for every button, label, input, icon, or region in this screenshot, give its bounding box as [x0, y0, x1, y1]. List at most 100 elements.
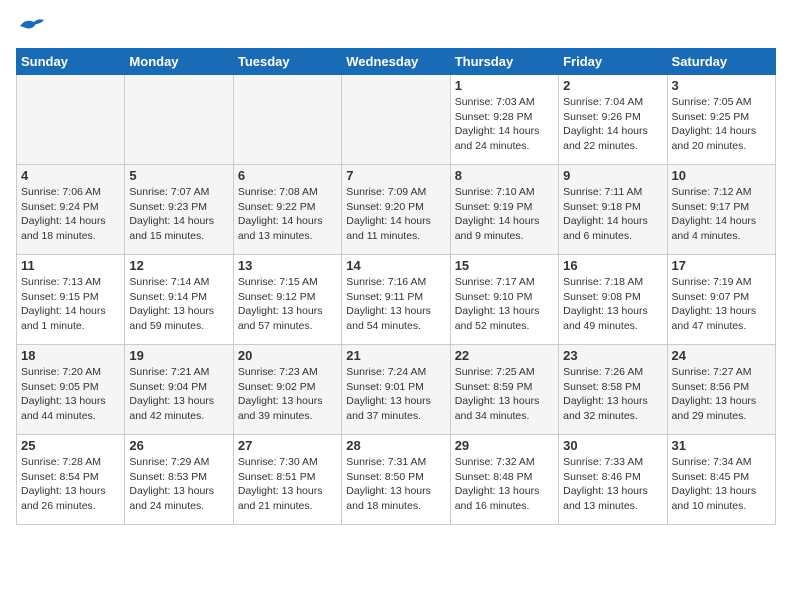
- day-info: Sunrise: 7:26 AM Sunset: 8:58 PM Dayligh…: [563, 365, 662, 424]
- calendar-day-cell: 10 Sunrise: 7:12 AM Sunset: 9:17 PM Dayli…: [667, 165, 775, 255]
- calendar-day-cell: 5 Sunrise: 7:07 AM Sunset: 9:23 PM Daylig…: [125, 165, 233, 255]
- calendar-week-row: 11Sunrise: 7:13 AM Sunset: 9:15 PM Dayli…: [17, 255, 776, 345]
- calendar-day-cell: 24Sunrise: 7:27 AM Sunset: 8:56 PM Dayli…: [667, 345, 775, 435]
- calendar-day-cell: 3 Sunrise: 7:05 AM Sunset: 9:25 PM Daylig…: [667, 75, 775, 165]
- day-info: Sunrise: 7:25 AM Sunset: 8:59 PM Dayligh…: [455, 365, 554, 424]
- day-info: Sunrise: 7:30 AM Sunset: 8:51 PM Dayligh…: [238, 455, 337, 514]
- calendar-day-cell: 2Sunrise: 7:04 AM Sunset: 9:26 PM Daylig…: [559, 75, 667, 165]
- calendar-day-cell: 9 Sunrise: 7:11 AM Sunset: 9:18 PM Daylig…: [559, 165, 667, 255]
- day-number: 30: [563, 438, 662, 453]
- day-info: Sunrise: 7:18 AM Sunset: 9:08 PM Dayligh…: [563, 275, 662, 334]
- day-info: Sunrise: 7:19 AM Sunset: 9:07 PM Dayligh…: [672, 275, 771, 334]
- day-number: 31: [672, 438, 771, 453]
- calendar-week-row: 1 Sunrise: 7:03 AM Sunset: 9:28 PM Daylig…: [17, 75, 776, 165]
- day-info: Sunrise: 7:03 AM Sunset: 9:28 PM Dayligh…: [455, 95, 554, 154]
- header-monday: Monday: [125, 49, 233, 75]
- day-number: 18: [21, 348, 120, 363]
- day-info: Sunrise: 7:16 AM Sunset: 9:11 PM Dayligh…: [346, 275, 445, 334]
- calendar-day-cell: 17 Sunrise: 7:19 AM Sunset: 9:07 PM Dayli…: [667, 255, 775, 345]
- header-sunday: Sunday: [17, 49, 125, 75]
- calendar-day-cell: 12Sunrise: 7:14 AM Sunset: 9:14 PM Dayli…: [125, 255, 233, 345]
- day-number: 1: [455, 78, 554, 93]
- calendar-day-cell: [342, 75, 450, 165]
- calendar-table: SundayMondayTuesdayWednesdayThursdayFrid…: [16, 48, 776, 525]
- calendar-day-cell: 28Sunrise: 7:31 AM Sunset: 8:50 PM Dayli…: [342, 435, 450, 525]
- calendar-day-cell: 16 Sunrise: 7:18 AM Sunset: 9:08 PM Dayli…: [559, 255, 667, 345]
- day-info: Sunrise: 7:34 AM Sunset: 8:45 PM Dayligh…: [672, 455, 771, 514]
- day-info: Sunrise: 7:13 AM Sunset: 9:15 PM Dayligh…: [21, 275, 120, 334]
- calendar-day-cell: 11Sunrise: 7:13 AM Sunset: 9:15 PM Dayli…: [17, 255, 125, 345]
- calendar-day-cell: 21 Sunrise: 7:24 AM Sunset: 9:01 PM Dayli…: [342, 345, 450, 435]
- header-wednesday: Wednesday: [342, 49, 450, 75]
- calendar-day-cell: 18 Sunrise: 7:20 AM Sunset: 9:05 PM Dayli…: [17, 345, 125, 435]
- calendar-day-cell: 25Sunrise: 7:28 AM Sunset: 8:54 PM Dayli…: [17, 435, 125, 525]
- calendar-day-cell: [125, 75, 233, 165]
- day-info: Sunrise: 7:20 AM Sunset: 9:05 PM Dayligh…: [21, 365, 120, 424]
- day-info: Sunrise: 7:08 AM Sunset: 9:22 PM Dayligh…: [238, 185, 337, 244]
- calendar-day-cell: 15 Sunrise: 7:17 AM Sunset: 9:10 PM Dayli…: [450, 255, 558, 345]
- day-info: Sunrise: 7:10 AM Sunset: 9:19 PM Dayligh…: [455, 185, 554, 244]
- day-number: 22: [455, 348, 554, 363]
- day-info: Sunrise: 7:09 AM Sunset: 9:20 PM Dayligh…: [346, 185, 445, 244]
- calendar-day-cell: 29 Sunrise: 7:32 AM Sunset: 8:48 PM Dayli…: [450, 435, 558, 525]
- calendar-week-row: 18 Sunrise: 7:20 AM Sunset: 9:05 PM Dayli…: [17, 345, 776, 435]
- day-number: 16: [563, 258, 662, 273]
- day-info: Sunrise: 7:15 AM Sunset: 9:12 PM Dayligh…: [238, 275, 337, 334]
- day-info: Sunrise: 7:05 AM Sunset: 9:25 PM Dayligh…: [672, 95, 771, 154]
- day-info: Sunrise: 7:14 AM Sunset: 9:14 PM Dayligh…: [129, 275, 228, 334]
- day-number: 13: [238, 258, 337, 273]
- day-info: Sunrise: 7:21 AM Sunset: 9:04 PM Dayligh…: [129, 365, 228, 424]
- header-saturday: Saturday: [667, 49, 775, 75]
- day-number: 3: [672, 78, 771, 93]
- day-info: Sunrise: 7:06 AM Sunset: 9:24 PM Dayligh…: [21, 185, 120, 244]
- day-number: 14: [346, 258, 445, 273]
- header-tuesday: Tuesday: [233, 49, 341, 75]
- day-number: 17: [672, 258, 771, 273]
- day-number: 21: [346, 348, 445, 363]
- day-number: 15: [455, 258, 554, 273]
- header-friday: Friday: [559, 49, 667, 75]
- logo: [16, 16, 46, 40]
- day-info: Sunrise: 7:11 AM Sunset: 9:18 PM Dayligh…: [563, 185, 662, 244]
- day-number: 20: [238, 348, 337, 363]
- calendar-day-cell: 8 Sunrise: 7:10 AM Sunset: 9:19 PM Daylig…: [450, 165, 558, 255]
- calendar-day-cell: 31 Sunrise: 7:34 AM Sunset: 8:45 PM Dayli…: [667, 435, 775, 525]
- header-thursday: Thursday: [450, 49, 558, 75]
- day-info: Sunrise: 7:32 AM Sunset: 8:48 PM Dayligh…: [455, 455, 554, 514]
- calendar-day-cell: 7 Sunrise: 7:09 AM Sunset: 9:20 PM Daylig…: [342, 165, 450, 255]
- day-info: Sunrise: 7:31 AM Sunset: 8:50 PM Dayligh…: [346, 455, 445, 514]
- calendar-day-cell: 14 Sunrise: 7:16 AM Sunset: 9:11 PM Dayli…: [342, 255, 450, 345]
- calendar-day-cell: 6 Sunrise: 7:08 AM Sunset: 9:22 PM Daylig…: [233, 165, 341, 255]
- calendar-day-cell: 1 Sunrise: 7:03 AM Sunset: 9:28 PM Daylig…: [450, 75, 558, 165]
- day-number: 27: [238, 438, 337, 453]
- day-info: Sunrise: 7:28 AM Sunset: 8:54 PM Dayligh…: [21, 455, 120, 514]
- calendar-day-cell: 27 Sunrise: 7:30 AM Sunset: 8:51 PM Dayli…: [233, 435, 341, 525]
- calendar-day-cell: 20 Sunrise: 7:23 AM Sunset: 9:02 PM Dayli…: [233, 345, 341, 435]
- day-number: 5: [129, 168, 228, 183]
- day-number: 19: [129, 348, 228, 363]
- calendar-day-cell: 13 Sunrise: 7:15 AM Sunset: 9:12 PM Dayli…: [233, 255, 341, 345]
- calendar-day-cell: 4 Sunrise: 7:06 AM Sunset: 9:24 PM Daylig…: [17, 165, 125, 255]
- calendar-day-cell: 23Sunrise: 7:26 AM Sunset: 8:58 PM Dayli…: [559, 345, 667, 435]
- day-number: 4: [21, 168, 120, 183]
- day-info: Sunrise: 7:12 AM Sunset: 9:17 PM Dayligh…: [672, 185, 771, 244]
- day-info: Sunrise: 7:04 AM Sunset: 9:26 PM Dayligh…: [563, 95, 662, 154]
- calendar-day-cell: 19 Sunrise: 7:21 AM Sunset: 9:04 PM Dayli…: [125, 345, 233, 435]
- day-info: Sunrise: 7:23 AM Sunset: 9:02 PM Dayligh…: [238, 365, 337, 424]
- day-info: Sunrise: 7:24 AM Sunset: 9:01 PM Dayligh…: [346, 365, 445, 424]
- day-info: Sunrise: 7:17 AM Sunset: 9:10 PM Dayligh…: [455, 275, 554, 334]
- day-number: 29: [455, 438, 554, 453]
- calendar-header-row: SundayMondayTuesdayWednesdayThursdayFrid…: [17, 49, 776, 75]
- day-number: 9: [563, 168, 662, 183]
- day-number: 8: [455, 168, 554, 183]
- day-number: 7: [346, 168, 445, 183]
- logo-bird-icon: [18, 16, 46, 36]
- day-number: 6: [238, 168, 337, 183]
- day-info: Sunrise: 7:33 AM Sunset: 8:46 PM Dayligh…: [563, 455, 662, 514]
- calendar-day-cell: 30 Sunrise: 7:33 AM Sunset: 8:46 PM Dayli…: [559, 435, 667, 525]
- day-number: 10: [672, 168, 771, 183]
- page-header: [16, 16, 776, 40]
- day-info: Sunrise: 7:07 AM Sunset: 9:23 PM Dayligh…: [129, 185, 228, 244]
- calendar-day-cell: [17, 75, 125, 165]
- calendar-day-cell: [233, 75, 341, 165]
